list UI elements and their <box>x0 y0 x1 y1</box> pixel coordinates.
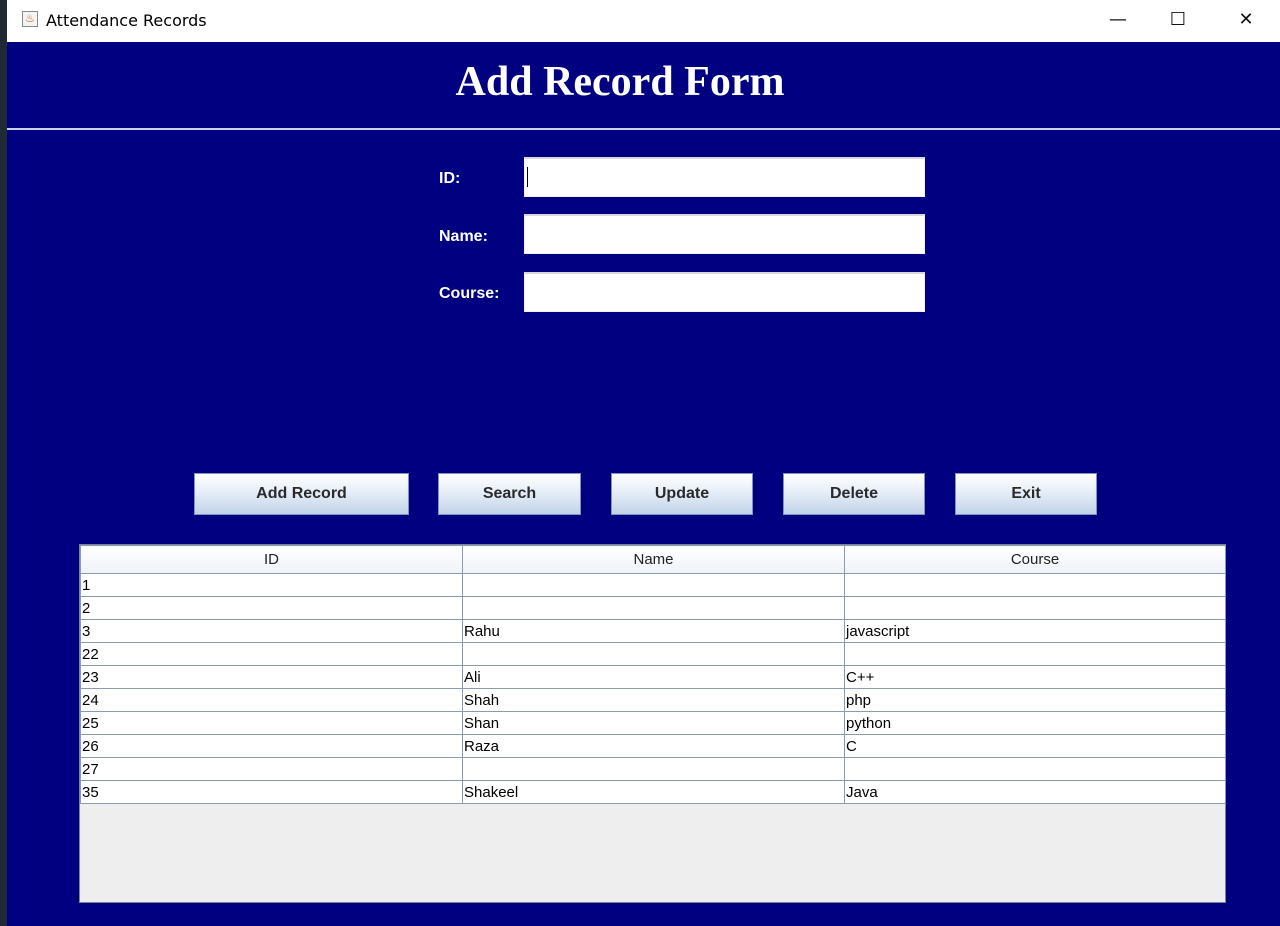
column-header-id[interactable]: ID <box>80 545 463 574</box>
table-row[interactable]: 2 <box>80 596 1226 620</box>
course-cell[interactable]: python <box>844 711 1226 735</box>
name-cell[interactable] <box>462 642 845 666</box>
title-divider <box>7 128 1280 130</box>
name-field[interactable] <box>524 214 925 254</box>
text-caret <box>527 167 528 187</box>
course-cell[interactable] <box>844 596 1226 620</box>
name-cell[interactable]: Shan <box>462 711 845 735</box>
id-label: ID: <box>439 170 461 187</box>
form-title: Add Record Form <box>455 59 785 105</box>
java-app-icon: ♨ <box>22 11 38 27</box>
id-cell[interactable]: 2 <box>80 596 463 620</box>
table-row[interactable]: 24 Shah php <box>80 688 1226 712</box>
table-row[interactable]: 1 <box>80 573 1226 597</box>
course-label: Course: <box>439 285 500 302</box>
minimize-button[interactable]: — <box>1095 0 1141 42</box>
table-row[interactable]: 23 Ali C++ <box>80 665 1226 689</box>
id-field[interactable] <box>524 157 925 197</box>
id-cell[interactable]: 3 <box>80 619 463 643</box>
close-button[interactable]: ✕ <box>1223 0 1269 42</box>
id-cell[interactable]: 24 <box>80 688 463 712</box>
id-cell[interactable]: 22 <box>80 642 463 666</box>
table-row[interactable]: 26 Raza C <box>80 734 1226 758</box>
records-table: ID Name Course 1 2 3 Rahu javascript 22 … <box>80 545 1226 804</box>
table-header: ID Name Course <box>80 545 1226 574</box>
table-row[interactable]: 27 <box>80 757 1226 781</box>
records-table-pane[interactable]: ID Name Course 1 2 3 Rahu javascript 22 … <box>79 544 1226 903</box>
id-cell[interactable]: 35 <box>80 780 463 804</box>
name-cell[interactable] <box>462 596 845 620</box>
table-row[interactable]: 3 Rahu javascript <box>80 619 1226 643</box>
name-cell[interactable]: Rahu <box>462 619 845 643</box>
name-cell[interactable]: Shakeel <box>462 780 845 804</box>
table-row[interactable]: 35 Shakeel Java <box>80 780 1226 804</box>
name-cell[interactable] <box>462 757 845 781</box>
maximize-button[interactable]: ☐ <box>1155 0 1201 42</box>
name-cell[interactable]: Shah <box>462 688 845 712</box>
id-cell[interactable]: 23 <box>80 665 463 689</box>
search-button[interactable]: Search <box>438 473 581 515</box>
course-cell[interactable] <box>844 642 1226 666</box>
title-bar[interactable]: ♨ Attendance Records — ☐ ✕ <box>7 0 1280 42</box>
name-cell[interactable]: Raza <box>462 734 845 758</box>
column-header-name[interactable]: Name <box>462 545 845 574</box>
name-label: Name: <box>439 228 488 245</box>
app-window: ♨ Attendance Records — ☐ ✕ Add Record Fo… <box>7 0 1280 926</box>
course-cell[interactable]: C++ <box>844 665 1226 689</box>
table-row[interactable]: 25 Shan python <box>80 711 1226 735</box>
course-cell[interactable] <box>844 757 1226 781</box>
window-bottom-edge <box>7 912 1280 926</box>
course-cell[interactable]: javascript <box>844 619 1226 643</box>
id-cell[interactable]: 26 <box>80 734 463 758</box>
id-cell[interactable]: 25 <box>80 711 463 735</box>
table-row[interactable]: 22 <box>80 642 1226 666</box>
column-header-course[interactable]: Course <box>844 545 1226 574</box>
course-cell[interactable]: Java <box>844 780 1226 804</box>
update-button[interactable]: Update <box>611 473 753 515</box>
course-cell[interactable]: php <box>844 688 1226 712</box>
exit-button[interactable]: Exit <box>955 473 1097 515</box>
add-record-button[interactable]: Add Record <box>194 473 409 515</box>
window-title: Attendance Records <box>46 11 207 30</box>
id-cell[interactable]: 27 <box>80 757 463 781</box>
course-cell[interactable]: C <box>844 734 1226 758</box>
name-cell[interactable] <box>462 573 845 597</box>
id-cell[interactable]: 1 <box>80 573 463 597</box>
name-cell[interactable]: Ali <box>462 665 845 689</box>
course-cell[interactable] <box>844 573 1226 597</box>
delete-button[interactable]: Delete <box>783 473 925 515</box>
course-field[interactable] <box>524 272 925 312</box>
